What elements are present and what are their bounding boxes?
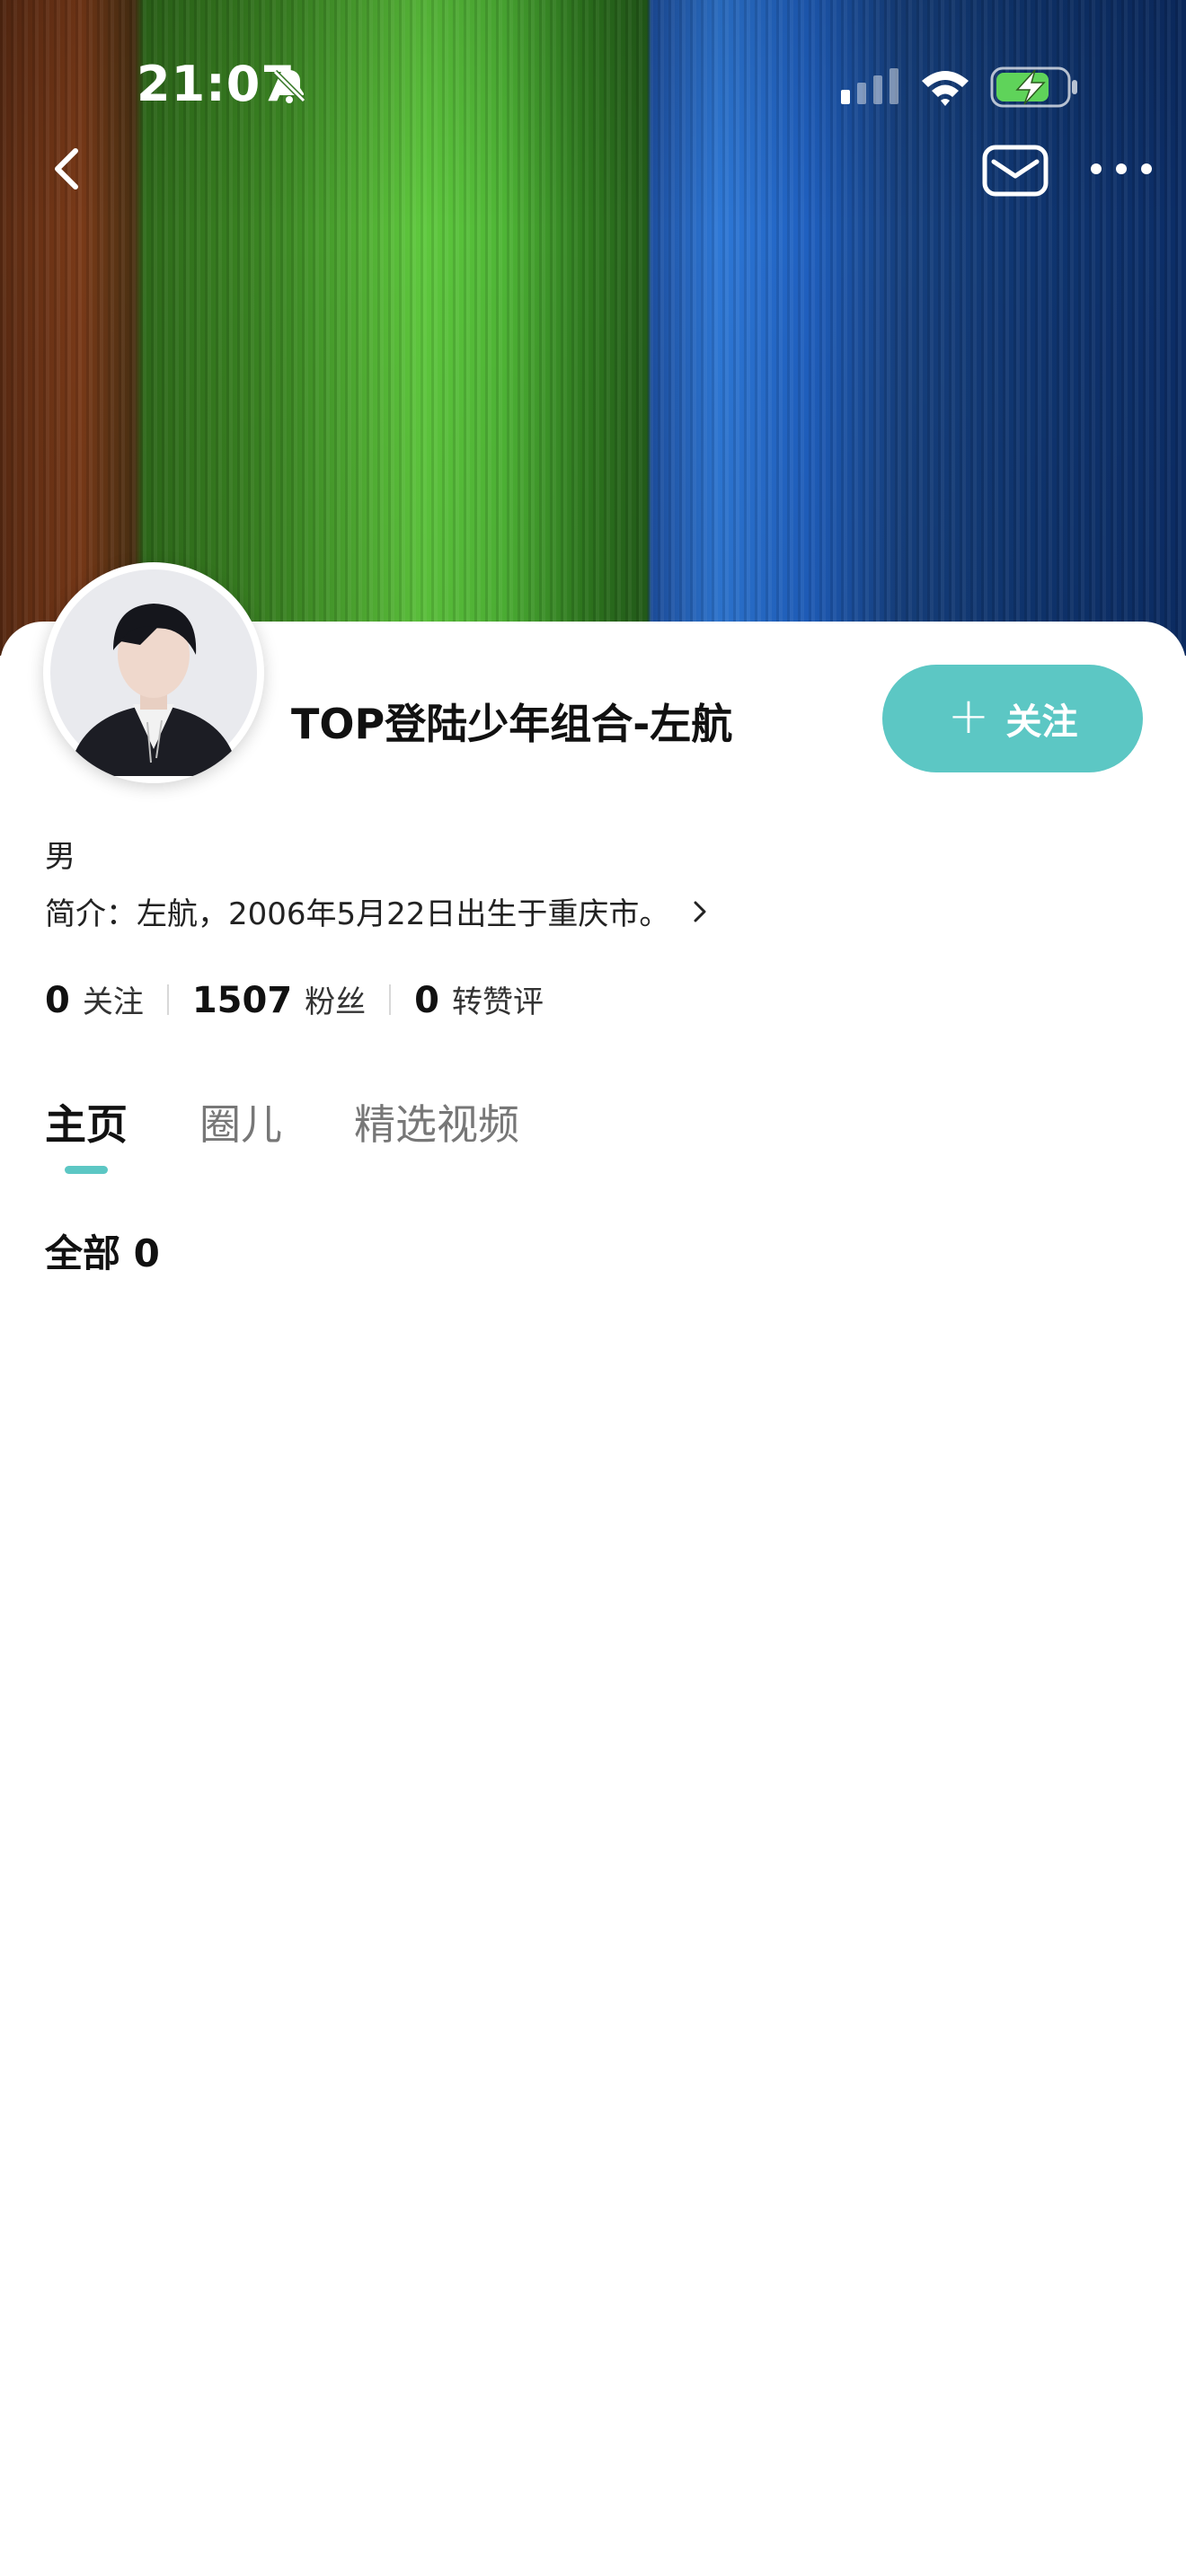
tab-active-indicator bbox=[65, 1166, 108, 1174]
mail-icon[interactable] bbox=[981, 142, 1049, 199]
profile-tabs: 主页 圈儿 精选视频 bbox=[45, 1092, 519, 1151]
bell-muted-icon bbox=[272, 69, 306, 103]
follow-button[interactable]: + 关注 bbox=[882, 665, 1143, 772]
back-icon[interactable] bbox=[43, 144, 93, 194]
stat-fans-value: 1507 bbox=[191, 980, 293, 1021]
follow-button-label: 关注 bbox=[1005, 701, 1078, 743]
tab-circle[interactable]: 圈儿 bbox=[199, 1092, 282, 1151]
stat-interactions[interactable]: 0 转赞评 bbox=[414, 977, 544, 1021]
avatar[interactable] bbox=[43, 562, 264, 783]
battery-charging-icon bbox=[990, 66, 1077, 108]
tab-featured-videos[interactable]: 精选视频 bbox=[354, 1092, 519, 1151]
profile-gender: 男 bbox=[45, 839, 75, 875]
stat-divider bbox=[166, 984, 169, 1015]
chevron-right-icon bbox=[694, 901, 706, 922]
stat-interactions-value: 0 bbox=[414, 980, 440, 1021]
stat-interactions-label: 转赞评 bbox=[452, 984, 544, 1020]
stat-following[interactable]: 0 关注 bbox=[45, 977, 144, 1021]
stat-following-value: 0 bbox=[45, 980, 70, 1021]
avatar-image bbox=[50, 569, 257, 776]
stat-fans[interactable]: 1507 粉丝 bbox=[192, 977, 366, 1021]
section-title: 全部 0 bbox=[45, 1231, 160, 1275]
profile-stats: 0 关注 1507 粉丝 0 转赞评 bbox=[45, 977, 544, 1021]
wifi-icon bbox=[922, 71, 969, 106]
more-icon[interactable] bbox=[1087, 151, 1155, 187]
plus-icon: + bbox=[947, 687, 990, 745]
stat-following-label: 关注 bbox=[82, 984, 144, 1020]
tab-home[interactable]: 主页 bbox=[45, 1092, 128, 1151]
stat-fans-label: 粉丝 bbox=[305, 984, 367, 1020]
profile-name: TOP登陆少年组合-左航 bbox=[291, 700, 733, 748]
stat-divider bbox=[389, 984, 392, 1015]
profile-bio: 简介：左航，2006年5月22日出生于重庆市。 bbox=[45, 896, 670, 932]
cellular-signal-icon bbox=[841, 68, 898, 104]
profile-bio-row[interactable]: 简介：左航，2006年5月22日出生于重庆市。 bbox=[45, 889, 712, 933]
